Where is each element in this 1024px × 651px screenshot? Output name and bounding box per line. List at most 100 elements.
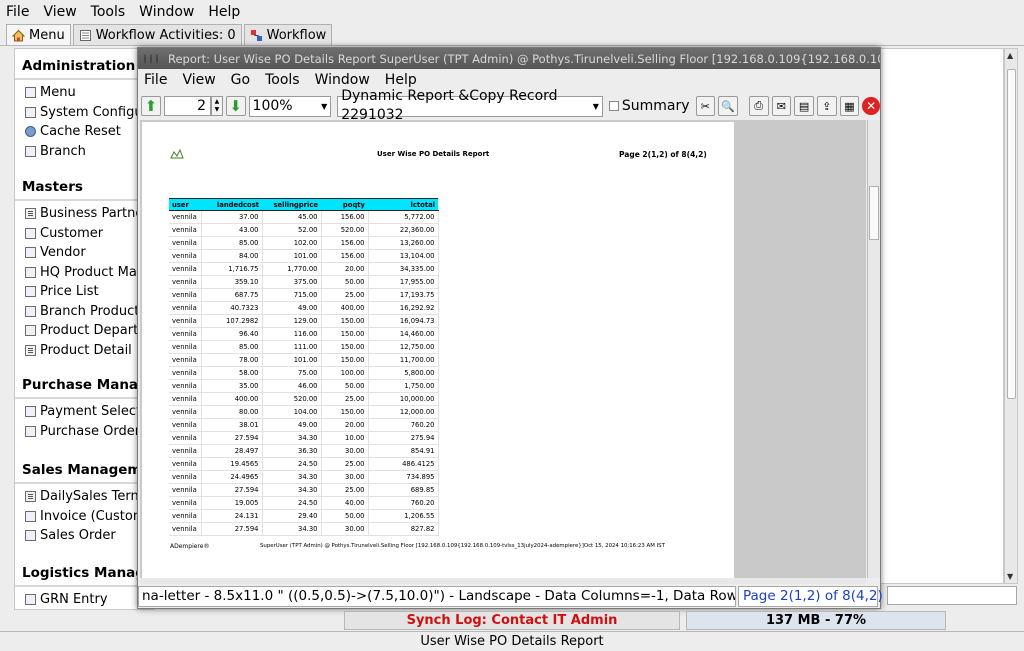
column-header-user[interactable]: user: [169, 198, 201, 211]
cell-sellingprice[interactable]: 45.00: [262, 210, 322, 224]
cell-sellingprice[interactable]: 24.50: [262, 457, 322, 471]
report-menu-tools[interactable]: Tools: [265, 72, 300, 88]
menu-item[interactable]: Purchase Order: [25, 424, 140, 439]
menu-item[interactable]: Product Departr: [25, 323, 144, 338]
menu-item[interactable]: Vendor: [25, 245, 86, 260]
report-menu-view[interactable]: View: [182, 72, 215, 88]
cell-lctotal[interactable]: 17,193.75: [368, 288, 439, 302]
tab-menu[interactable]: Menu: [6, 24, 71, 45]
menu-item[interactable]: Invoice (Custon: [25, 509, 141, 524]
cell-sellingprice[interactable]: 104.00: [262, 405, 322, 419]
page-spinner[interactable]: ▲ ▼: [211, 96, 223, 116]
cell-user[interactable]: vennila: [169, 223, 202, 237]
cell-landedcost[interactable]: 107.2982: [201, 314, 263, 328]
cell-lctotal[interactable]: 5,772.00: [368, 210, 439, 224]
menu-item[interactable]: Cache Reset: [25, 124, 121, 139]
spin-up-icon[interactable]: ▲: [215, 98, 220, 106]
menu-item[interactable]: HQ Product Mas: [25, 265, 144, 280]
cell-sellingprice[interactable]: 75.00: [262, 366, 322, 380]
cell-user[interactable]: vennila: [169, 379, 202, 393]
window-minimize-icon[interactable]: [150, 53, 152, 64]
cell-landedcost[interactable]: 85.00: [201, 236, 263, 250]
menu-tools[interactable]: Tools: [91, 4, 126, 20]
menu-item[interactable]: Price List: [25, 284, 99, 299]
cell-lctotal[interactable]: 34,335.00: [368, 262, 439, 276]
cell-user[interactable]: vennila: [169, 509, 202, 523]
cell-sellingprice[interactable]: 111.00: [262, 340, 322, 354]
cell-landedcost[interactable]: 35.00: [201, 379, 263, 393]
cell-poqty[interactable]: 100.00: [321, 366, 369, 380]
report-button[interactable]: ▦: [839, 96, 860, 116]
column-header-poqty[interactable]: poqty: [321, 198, 368, 211]
cell-lctotal[interactable]: 16,292.92: [368, 301, 439, 315]
cell-poqty[interactable]: 30.00: [321, 522, 369, 536]
column-header-lctotal[interactable]: lctotal: [368, 198, 438, 211]
cell-sellingprice[interactable]: 129.00: [262, 314, 322, 328]
page-number-input[interactable]: 2: [163, 96, 212, 116]
cell-landedcost[interactable]: 24.131: [201, 509, 263, 523]
cell-user[interactable]: vennila: [169, 327, 202, 341]
scroll-down-icon[interactable]: ▼: [1007, 572, 1013, 581]
cell-user[interactable]: vennila: [169, 483, 202, 497]
cell-user[interactable]: vennila: [169, 366, 202, 380]
cell-poqty[interactable]: 150.00: [321, 314, 369, 328]
cell-sellingprice[interactable]: 36.30: [262, 444, 322, 458]
cell-user[interactable]: vennila: [169, 444, 202, 458]
menu-section-title[interactable]: Masters: [22, 179, 83, 195]
cell-poqty[interactable]: 50.00: [321, 509, 369, 523]
cell-lctotal[interactable]: 1,750.00: [368, 379, 439, 393]
cell-poqty[interactable]: 25.00: [321, 483, 369, 497]
cell-sellingprice[interactable]: 29.40: [262, 509, 322, 523]
menu-item[interactable]: GRN Entry: [25, 592, 108, 607]
cell-poqty[interactable]: 150.00: [321, 327, 369, 341]
menu-item[interactable]: Payment Select: [25, 404, 141, 419]
main-vertical-scrollbar[interactable]: ▲ ▼: [1004, 48, 1018, 584]
cell-lctotal[interactable]: 689.85: [368, 483, 439, 497]
cell-user[interactable]: vennila: [169, 340, 202, 354]
cell-user[interactable]: vennila: [169, 288, 202, 302]
cell-lctotal[interactable]: 13,260.00: [368, 236, 439, 250]
cell-sellingprice[interactable]: 52.00: [262, 223, 322, 237]
cell-landedcost[interactable]: 359.10: [201, 275, 263, 289]
cell-landedcost[interactable]: 84.00: [201, 249, 263, 263]
cell-sellingprice[interactable]: 34.30: [262, 470, 322, 484]
cell-landedcost[interactable]: 58.00: [201, 366, 263, 380]
cell-user[interactable]: vennila: [169, 470, 202, 484]
find-button[interactable]: 🔍: [718, 96, 738, 116]
cell-poqty[interactable]: 20.00: [321, 262, 369, 276]
cell-landedcost[interactable]: 27.594: [201, 431, 263, 445]
cell-sellingprice[interactable]: 34.30: [262, 522, 322, 536]
window-maximize-icon[interactable]: [156, 53, 158, 64]
report-window-titlebar[interactable]: Report: User Wise PO Details Report Supe…: [138, 48, 880, 69]
cell-poqty[interactable]: 50.00: [321, 275, 369, 289]
cell-sellingprice[interactable]: 375.00: [262, 275, 322, 289]
cell-sellingprice[interactable]: 49.00: [262, 418, 322, 432]
cell-lctotal[interactable]: 13,104.00: [368, 249, 439, 263]
cell-poqty[interactable]: 25.00: [321, 392, 369, 406]
cell-landedcost[interactable]: 687.75: [201, 288, 263, 302]
next-page-button[interactable]: ⬇: [225, 96, 246, 116]
cell-user[interactable]: vennila: [169, 418, 202, 432]
menu-item[interactable]: Sales Order: [25, 528, 116, 543]
cell-landedcost[interactable]: 43.00: [201, 223, 263, 237]
menu-item[interactable]: Customer: [25, 226, 103, 241]
cell-sellingprice[interactable]: 520.00: [262, 392, 322, 406]
menu-section-title[interactable]: Purchase Manag: [22, 377, 148, 393]
cell-sellingprice[interactable]: 101.00: [262, 249, 322, 263]
cell-user[interactable]: vennila: [169, 301, 202, 315]
cell-poqty[interactable]: 25.00: [321, 457, 369, 471]
report-menu-file[interactable]: File: [144, 72, 167, 88]
cell-landedcost[interactable]: 27.594: [201, 522, 263, 536]
cell-lctotal[interactable]: 827.82: [368, 522, 439, 536]
cell-lctotal[interactable]: 10,000.00: [368, 392, 439, 406]
cell-poqty[interactable]: 30.00: [321, 444, 369, 458]
cell-sellingprice[interactable]: 1,770.00: [262, 262, 322, 276]
memory-indicator[interactable]: 137 MB - 77%: [686, 611, 946, 630]
menu-file[interactable]: File: [6, 4, 29, 20]
menu-section-title[interactable]: Sales Manageme: [22, 462, 151, 478]
synch-log-button[interactable]: Synch Log: Contact IT Admin: [344, 611, 680, 630]
cell-sellingprice[interactable]: 102.00: [262, 236, 322, 250]
cell-user[interactable]: vennila: [169, 236, 202, 250]
cell-landedcost[interactable]: 400.00: [201, 392, 263, 406]
cell-lctotal[interactable]: 17,955.00: [368, 275, 439, 289]
